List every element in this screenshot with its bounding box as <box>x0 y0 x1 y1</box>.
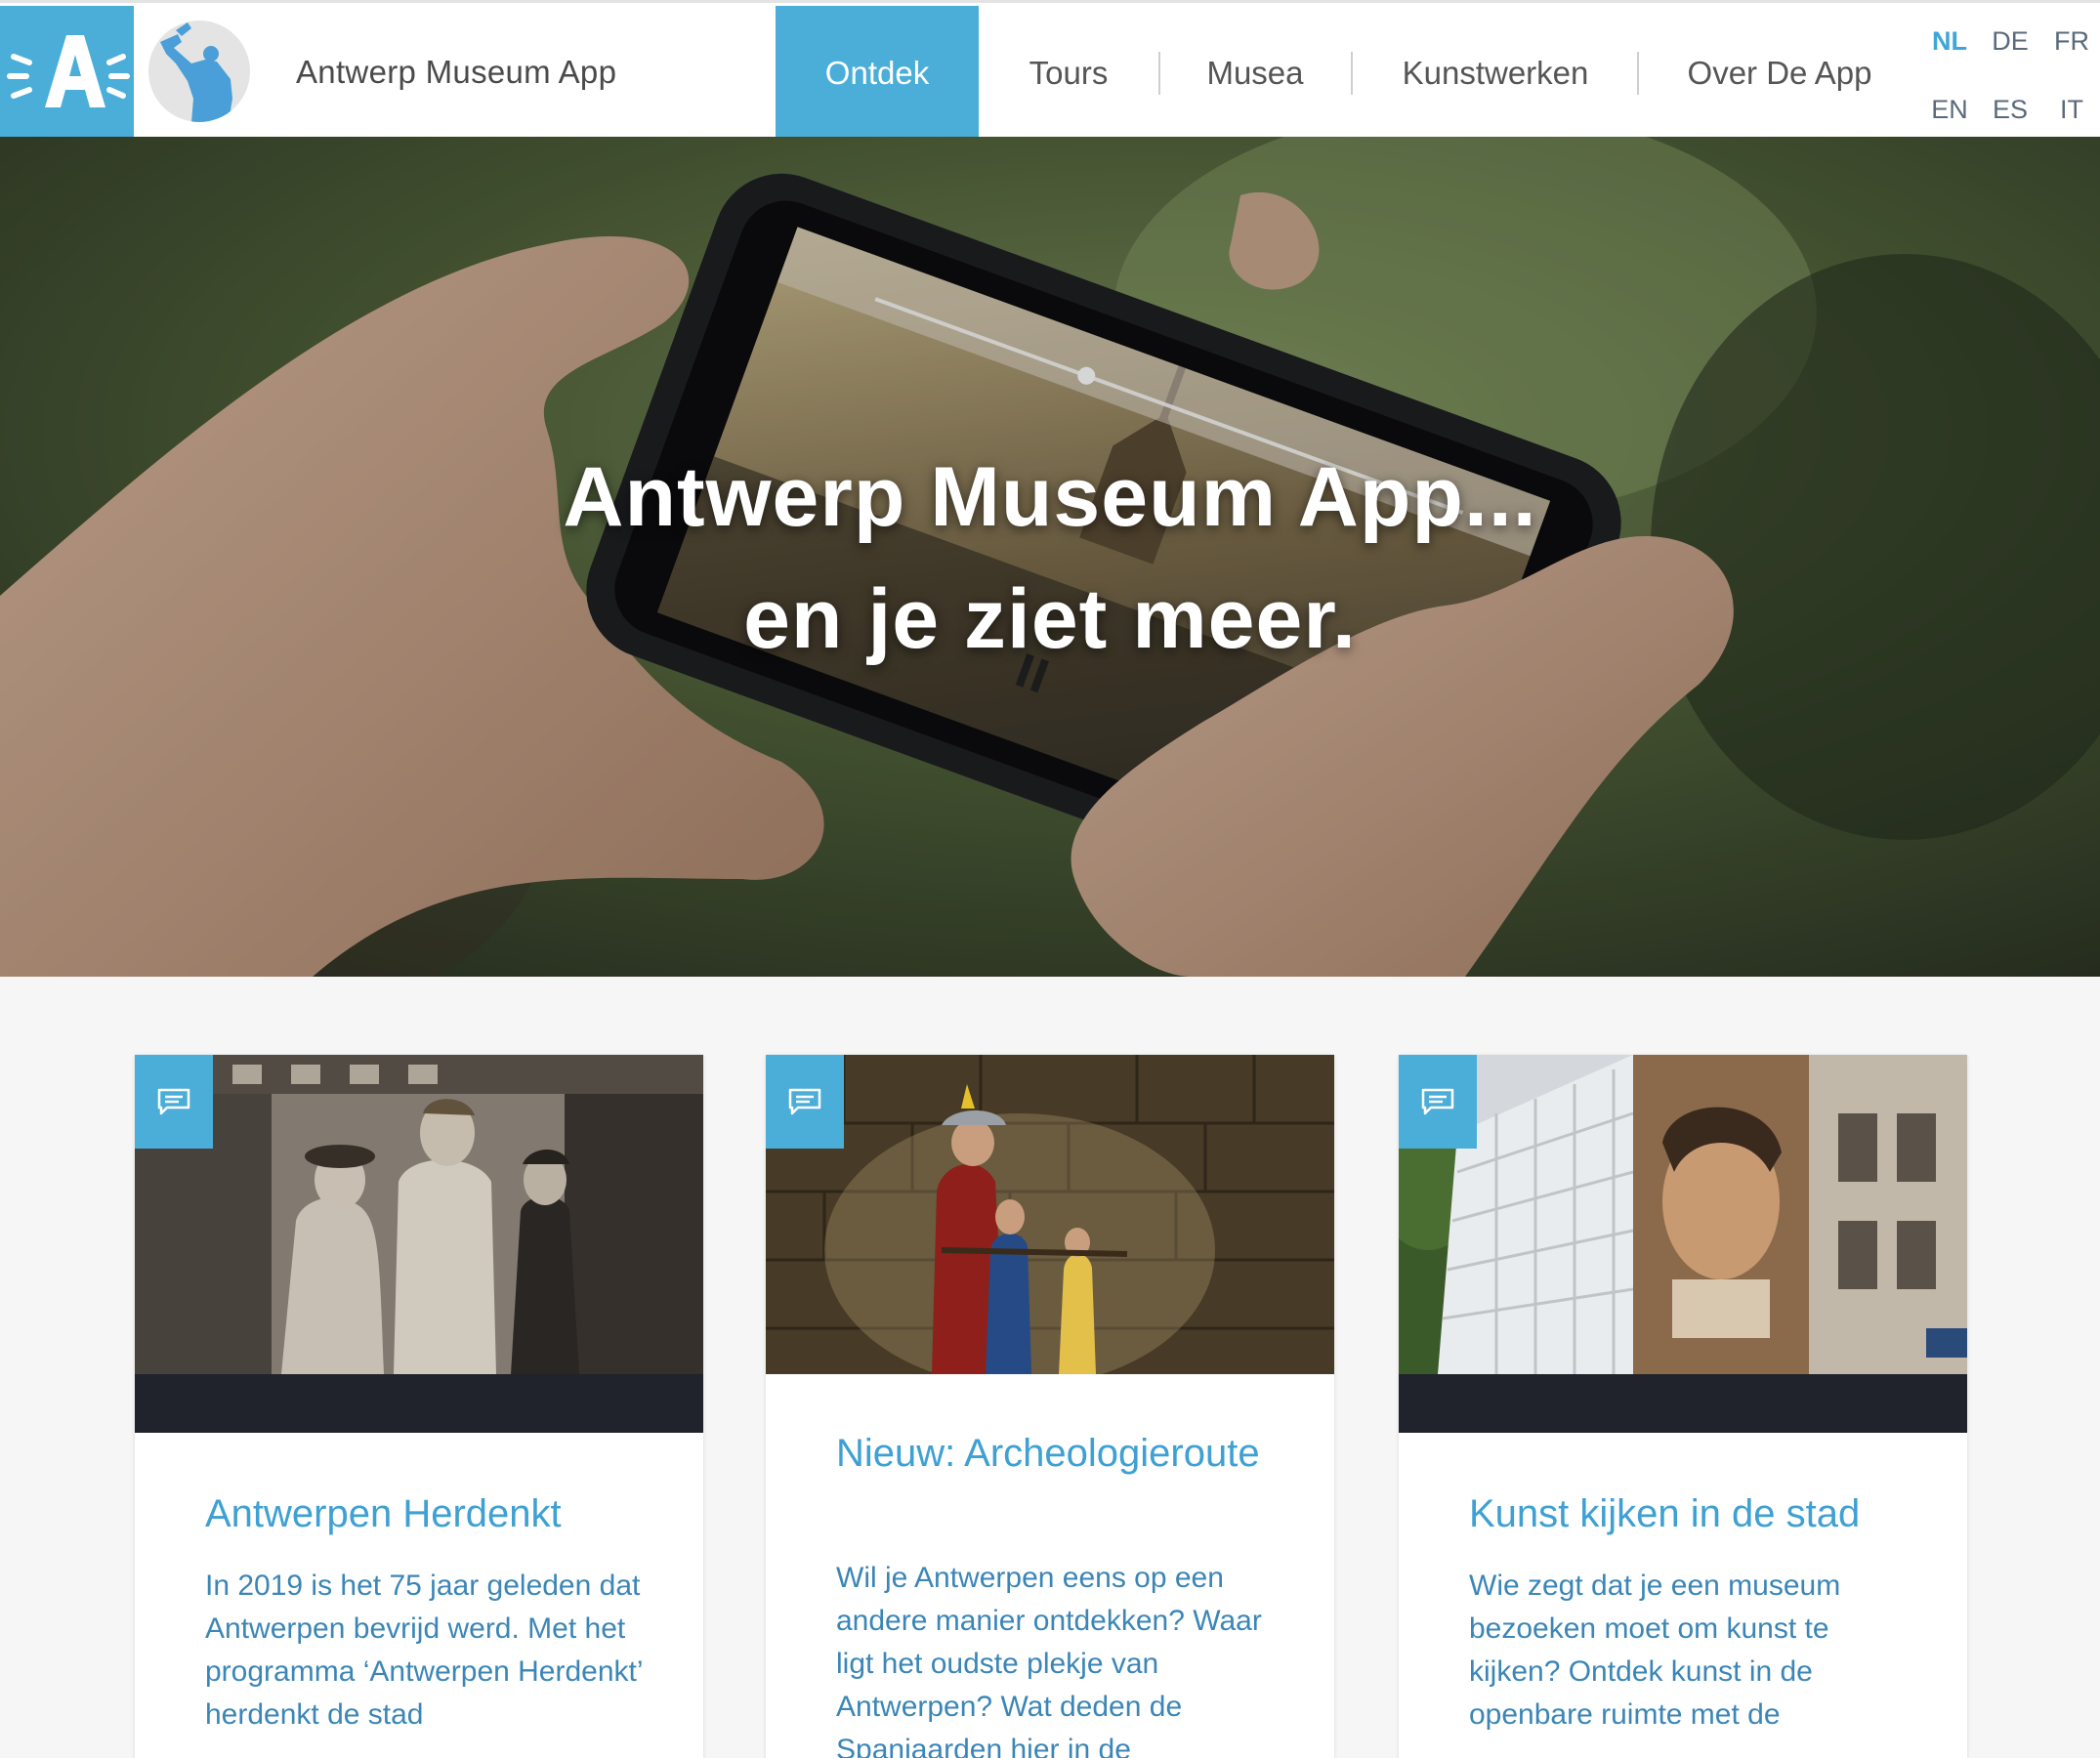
card-title[interactable]: Kunst kijken in de stad <box>1469 1487 1918 1540</box>
language-it[interactable]: IT <box>2047 95 2096 125</box>
card-text: Wil je Antwerpen eens op een andere mani… <box>836 1562 1262 1758</box>
app-title[interactable]: Antwerp Museum App <box>296 54 616 91</box>
card-text: In 2019 is het 75 jaar geleden dat Antwe… <box>205 1570 643 1731</box>
card-kunst-kijken[interactable]: Kunst kijken in de stad Wie zegt dat je … <box>1399 1055 1967 1758</box>
nav-musea[interactable]: Musea <box>1186 6 1324 140</box>
language-nl[interactable]: NL <box>1925 26 1974 57</box>
chat-icon <box>157 1088 190 1115</box>
nav-tours[interactable]: Tours <box>1006 6 1131 140</box>
card-badge[interactable] <box>1399 1055 1477 1149</box>
nav-divider <box>1637 52 1639 95</box>
card-archeologieroute[interactable]: Nieuw: Archeologieroute Wil je Antwerpen… <box>766 1055 1334 1758</box>
chat-icon <box>788 1088 821 1115</box>
language-de[interactable]: DE <box>1986 26 2035 57</box>
card-title[interactable]: Antwerpen Herdenkt <box>205 1487 654 1540</box>
card-image-wartime-photo[interactable] <box>135 1055 703 1374</box>
site-header: Antwerp Museum App Ontdek Tours Musea Ku… <box>0 0 2100 140</box>
card-text: Wie zegt dat je een museum bezoeken moet… <box>1469 1570 1841 1731</box>
card-band <box>1399 1374 1967 1433</box>
hero-title-line1: Antwerp Museum App... <box>563 450 1537 544</box>
nav-divider <box>1158 52 1160 95</box>
language-es[interactable]: ES <box>1986 95 2035 125</box>
card-title[interactable]: Nieuw: Archeologieroute <box>836 1427 1285 1480</box>
nav-divider <box>1351 52 1353 95</box>
antwerp-logo[interactable] <box>0 6 134 140</box>
nav-kunstwerken[interactable]: Kunstwerken <box>1387 6 1604 140</box>
hero-title-line2: en je ziet meer. <box>743 572 1357 666</box>
nav-ontdek[interactable]: Ontdek <box>776 6 979 140</box>
language-fr[interactable]: FR <box>2047 26 2096 57</box>
nav-over-de-app[interactable]: Over De App <box>1676 6 1883 140</box>
chat-icon <box>1421 1088 1454 1115</box>
hero-banner: Antwerp Museum App... en je ziet meer. <box>0 137 2100 977</box>
card-band <box>135 1374 703 1433</box>
language-en[interactable]: EN <box>1925 95 1974 125</box>
hero-photo <box>0 137 2100 977</box>
card-badge[interactable] <box>766 1055 844 1149</box>
card-antwerpen-herdenkt[interactable]: Antwerpen Herdenkt In 2019 is het 75 jaa… <box>135 1055 703 1758</box>
card-image-archeology-photo[interactable] <box>766 1055 1334 1374</box>
museum-statue-logo[interactable] <box>148 21 250 122</box>
card-badge[interactable] <box>135 1055 213 1149</box>
card-image-mural-photo[interactable] <box>1399 1055 1967 1374</box>
